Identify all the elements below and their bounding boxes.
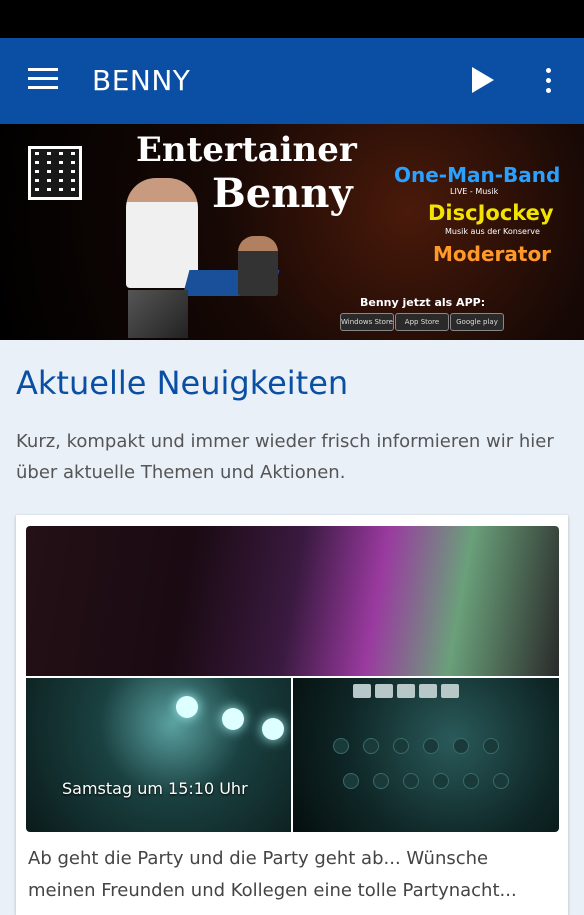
store-badge-apple: App Store xyxy=(395,313,449,331)
banner-app-note: Benny jetzt als APP: xyxy=(360,296,486,309)
banner-role-subtitle: LIVE - Musik xyxy=(450,187,499,196)
store-badge-google: Google play xyxy=(450,313,504,331)
banner-title-line2: Benny xyxy=(212,170,353,217)
qr-code xyxy=(28,146,82,200)
banner-photo-thumb xyxy=(128,290,188,338)
banner-role-one-man-band: One-Man-Band xyxy=(394,163,561,187)
post-text: Ab geht die Party und die Party geht ab.… xyxy=(28,848,517,901)
app-bar: BENNY xyxy=(0,38,584,124)
post-image-stage-lights[interactable] xyxy=(26,678,291,832)
status-bar xyxy=(0,0,584,38)
hamburger-menu-icon[interactable] xyxy=(28,68,58,92)
news-post-card[interactable]: Samstag um 15:10 Uhr Ab geht die Party u… xyxy=(16,515,568,915)
post-timestamp: Samstag um 15:10 Uhr xyxy=(62,779,248,798)
section-title: Aktuelle Neuigkeiten xyxy=(16,364,349,402)
banner-role-discjockey: DiscJockey xyxy=(428,201,554,225)
section-description: Kurz, kompakt und immer wieder frisch in… xyxy=(16,431,554,483)
store-badge-windows: Windows Store xyxy=(340,313,394,331)
play-icon[interactable] xyxy=(472,67,494,93)
banner-role-moderator: Moderator xyxy=(433,242,552,266)
post-image-dj-console[interactable] xyxy=(26,526,559,676)
banner-title-line1: Entertainer xyxy=(136,130,357,170)
more-vert-icon[interactable] xyxy=(546,68,552,98)
post-image-mixer[interactable] xyxy=(293,678,559,832)
app-title: BENNY xyxy=(92,64,191,97)
banner-photo-musician xyxy=(238,236,278,296)
banner-photo-benny xyxy=(126,178,198,288)
banner-role-subtitle: Musik aus der Konserve xyxy=(445,227,540,236)
